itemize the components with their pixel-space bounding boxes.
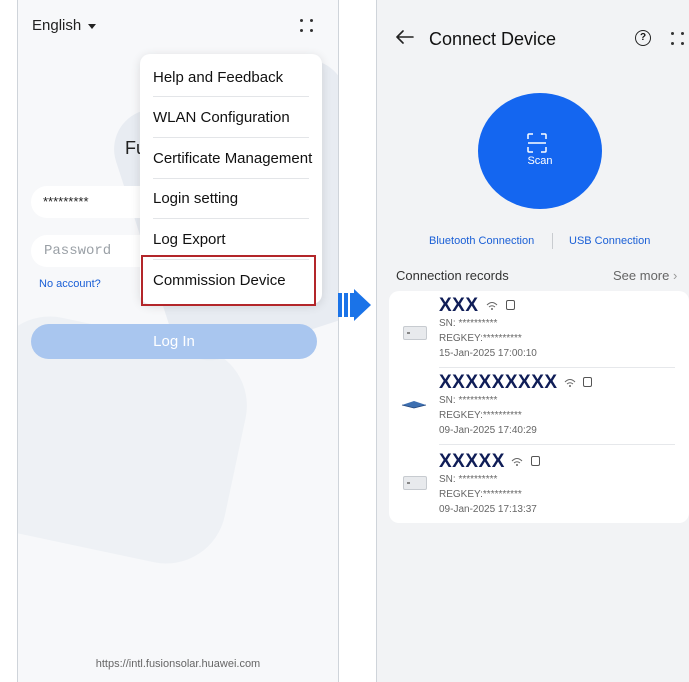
- menu-divider: [153, 218, 309, 219]
- record-regkey: REGKEY:**********: [439, 333, 522, 344]
- scan-label: Scan: [527, 155, 553, 167]
- record-name: XXX: [439, 295, 479, 316]
- menu-item-help-feedback[interactable]: Help and Feedback: [153, 69, 283, 86]
- chevron-right-icon: ›: [673, 268, 678, 283]
- back-arrow-icon[interactable]: [396, 30, 414, 44]
- login-button[interactable]: Log In: [31, 324, 317, 359]
- record-name: XXXXX: [439, 451, 505, 472]
- smart-dongle-icon: [401, 401, 427, 409]
- menu-item-log-export[interactable]: Log Export: [153, 231, 226, 248]
- help-icon[interactable]: ?: [635, 30, 651, 46]
- record-divider: [439, 444, 675, 445]
- more-options-icon[interactable]: [671, 31, 685, 45]
- inverter-icon: [403, 476, 427, 490]
- see-more-link[interactable]: See more ›: [613, 268, 677, 283]
- register-link[interactable]: No account?: [39, 278, 101, 290]
- menu-divider: [153, 137, 309, 138]
- arrow-stripe: [344, 293, 348, 317]
- usb-chip-icon: [506, 300, 515, 310]
- record-sn: SN: **********: [439, 318, 498, 329]
- menu-item-wlan-configuration[interactable]: WLAN Configuration: [153, 109, 290, 126]
- menu-item-certificate-management[interactable]: Certificate Management: [153, 150, 312, 167]
- highlight-box: [141, 255, 316, 306]
- see-more-label: See more: [613, 268, 670, 283]
- record-regkey: REGKEY:**********: [439, 410, 522, 421]
- connection-records-list: XXX SN: ********** REGKEY:********** 15-…: [389, 291, 689, 523]
- record-time: 15-Jan-2025 17:00:10: [439, 348, 537, 359]
- usb-chip-icon: [583, 377, 592, 387]
- scan-icon: [527, 133, 547, 153]
- wifi-icon: [564, 379, 576, 387]
- page-title: Connect Device: [429, 29, 557, 49]
- inverter-icon: [403, 326, 427, 340]
- menu-divider: [153, 178, 309, 179]
- record-sn: SN: **********: [439, 474, 498, 485]
- record-time: 09-Jan-2025 17:40:29: [439, 425, 537, 436]
- record-time: 09-Jan-2025 17:13:37: [439, 504, 537, 515]
- arrow-stripe: [338, 293, 342, 317]
- more-options-icon[interactable]: [300, 18, 314, 32]
- scan-button[interactable]: Scan: [478, 93, 602, 209]
- username-value: *********: [43, 194, 89, 209]
- usb-connection-link[interactable]: USB Connection: [569, 235, 650, 247]
- link-divider: [552, 233, 553, 249]
- wifi-icon: [511, 458, 523, 466]
- server-url: https://intl.fusionsolar.huawei.com: [95, 658, 261, 670]
- record-name: XXXXXXXXX: [439, 372, 558, 393]
- caret-down-icon[interactable]: [88, 24, 96, 29]
- record-sn: SN: **********: [439, 395, 498, 406]
- password-placeholder: Password: [44, 243, 112, 259]
- record-divider: [439, 367, 675, 368]
- record-regkey: REGKEY:**********: [439, 489, 522, 500]
- menu-item-login-setting[interactable]: Login setting: [153, 190, 238, 207]
- menu-divider: [153, 96, 309, 97]
- connection-records-heading: Connection records: [396, 268, 509, 283]
- wifi-icon: [486, 302, 498, 310]
- usb-chip-icon: [531, 456, 540, 466]
- connect-device-screen: Connect Device ? Scan Bluetooth Connecti…: [376, 0, 689, 682]
- arrow-right-icon: [354, 289, 371, 321]
- language-selector[interactable]: English: [32, 17, 81, 34]
- bluetooth-connection-link[interactable]: Bluetooth Connection: [429, 235, 534, 247]
